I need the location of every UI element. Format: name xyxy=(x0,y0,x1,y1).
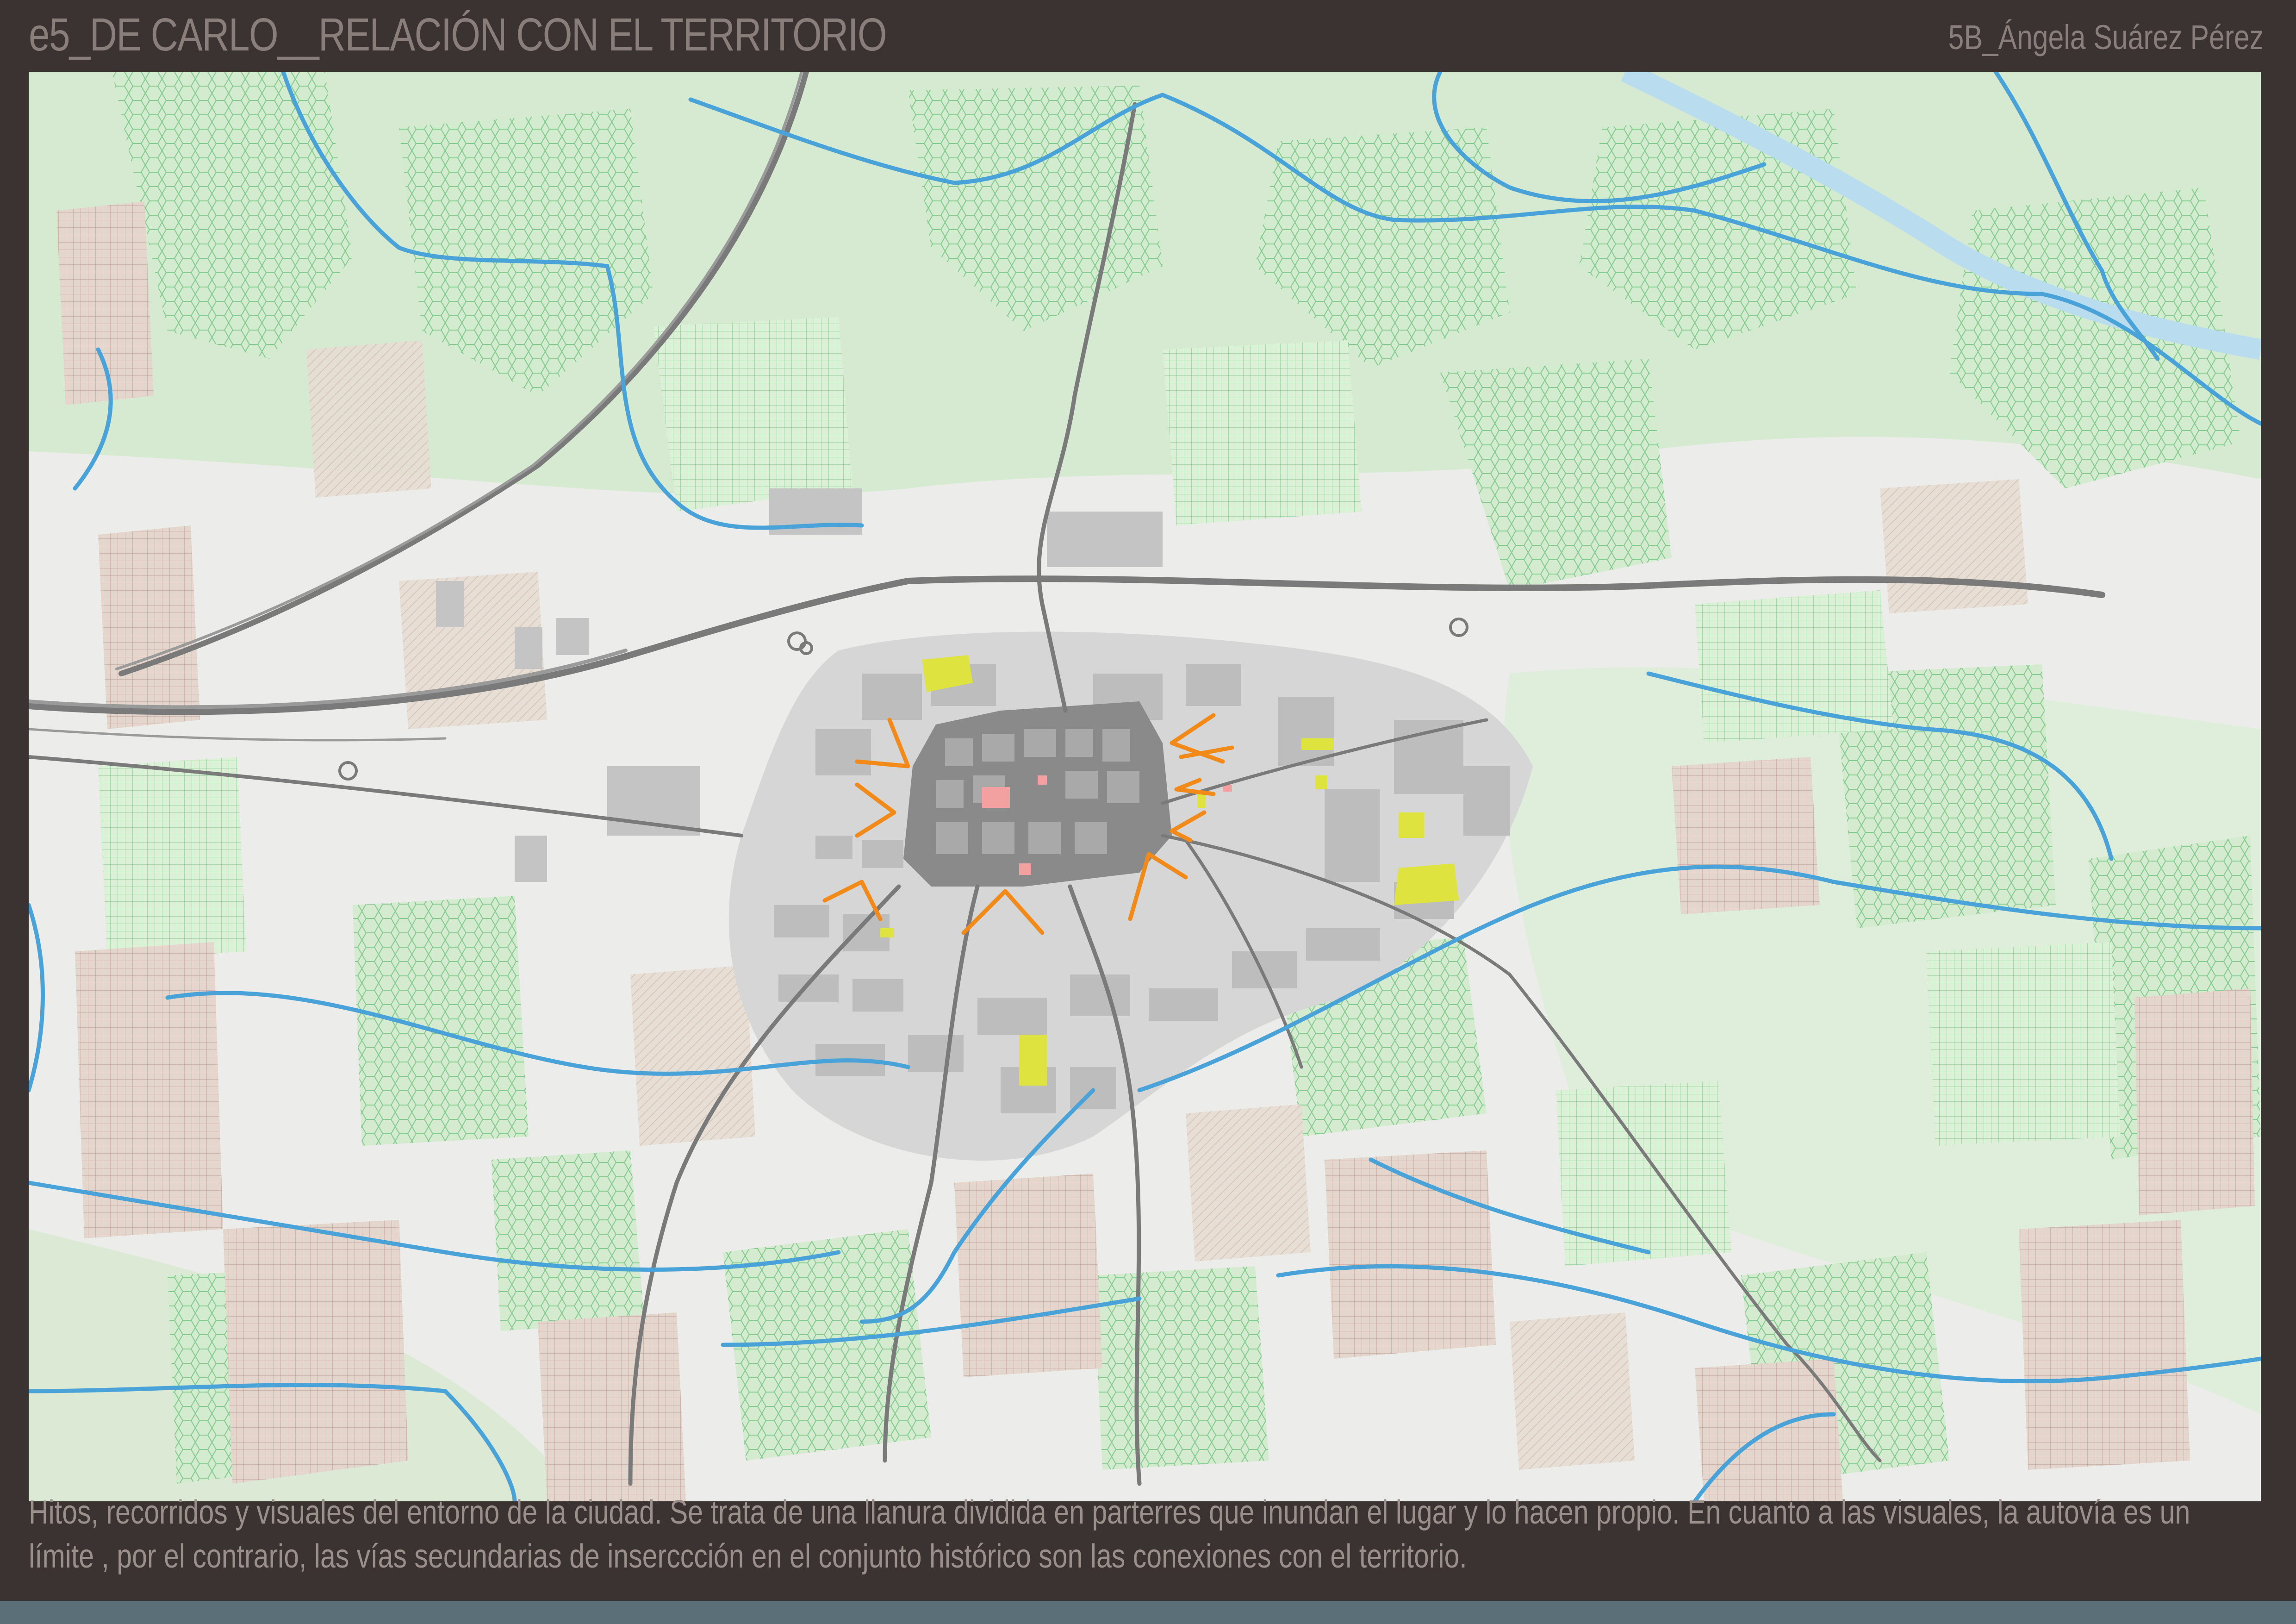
author-name: 5B_Ángela Suárez Pérez xyxy=(1948,18,2264,56)
map-caption: Hitos, recorridos y visuales del entorno… xyxy=(29,1494,2190,1575)
territory-map[interactable] xyxy=(29,72,2261,1501)
page-title: e5_DE CARLO__RELACIÓN CON EL TERRITORIO xyxy=(29,9,887,61)
bottom-strip xyxy=(0,1601,2296,1624)
